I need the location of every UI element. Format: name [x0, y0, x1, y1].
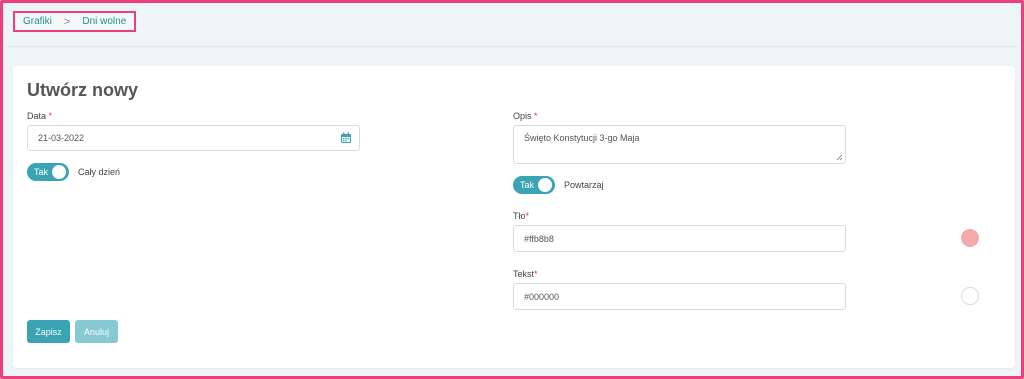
chevron-right-icon: > [63, 15, 71, 28]
background-label-text: Tło [513, 211, 526, 221]
description-label-text: Opis [513, 111, 532, 121]
resize-handle-icon[interactable] [836, 154, 843, 161]
form-card: Utwórz nowy Data * 21-03-2022 Tak Cały d… [13, 66, 1015, 368]
date-label-text: Data [27, 111, 47, 121]
background-color-swatch[interactable] [961, 229, 979, 247]
calendar-button[interactable] [333, 125, 360, 151]
description-value: Święto Konstytucji 3-go Maja [524, 133, 640, 143]
cancel-button[interactable]: Anuluj [75, 320, 118, 343]
toggle-knob [52, 165, 66, 179]
page-title: Utwórz nowy [27, 80, 138, 100]
repeat-label: Powtarzaj [564, 180, 604, 190]
toggle-label: Tak [520, 180, 535, 190]
description-textarea[interactable]: Święto Konstytucji 3-go Maja [513, 125, 846, 164]
all-day-label: Cały dzień [78, 167, 121, 177]
required-mark: * [534, 269, 538, 279]
background-color-input[interactable]: #ffb8b8 [513, 225, 846, 252]
breadcrumb-item-dni-wolne[interactable]: Dni wolne [82, 16, 126, 27]
app-frame: Grafiki > Dni wolne Utwórz nowy Data * 2… [0, 0, 1024, 379]
text-color-swatch[interactable] [961, 287, 979, 305]
required-mark: * [525, 211, 530, 221]
text-color-label: Tekst* [513, 269, 538, 279]
required-mark: * [48, 111, 53, 121]
text-color-label-text: Tekst [513, 269, 535, 279]
save-button[interactable]: Zapisz [27, 320, 70, 343]
top-bar: Grafiki > Dni wolne [6, 6, 1018, 47]
background-label: Tło* [513, 211, 529, 221]
repeat-toggle[interactable]: Tak [513, 176, 555, 194]
date-input[interactable]: 21-03-2022 [27, 125, 334, 151]
breadcrumb: Grafiki > Dni wolne [13, 11, 137, 32]
toggle-knob [538, 178, 552, 192]
text-color-input[interactable]: #000000 [513, 283, 846, 310]
required-mark: * [534, 111, 538, 121]
all-day-toggle[interactable]: Tak [27, 163, 69, 181]
calendar-icon [341, 132, 351, 143]
breadcrumb-item-grafiki[interactable]: Grafiki [23, 16, 52, 27]
toggle-label: Tak [34, 167, 49, 177]
date-label: Data * [27, 111, 52, 121]
description-label: Opis * [513, 111, 538, 121]
